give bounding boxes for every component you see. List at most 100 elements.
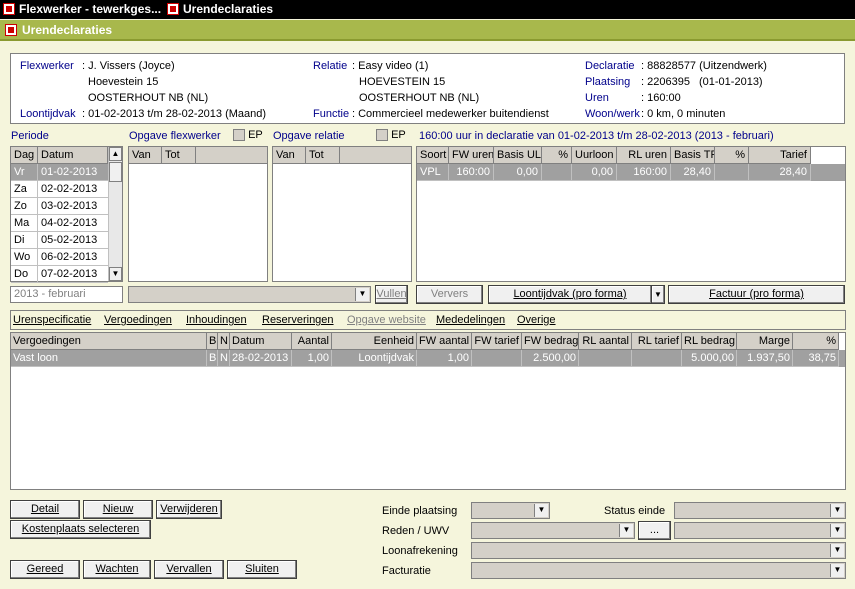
col-eenheid[interactable]: Eenheid [332,333,417,350]
scroll-up-icon[interactable]: ▲ [109,147,122,161]
month-field[interactable]: 2013 - februari [10,286,123,303]
list-item[interactable]: Wo 06-02-2013 [11,249,122,266]
col-rl-bedrag[interactable]: RL bedrag [682,333,737,350]
col-tot[interactable]: Tot [162,147,196,164]
verwijderen-button[interactable]: Verwijderen [156,500,222,519]
flexwerker-city: OOSTERHOUT NB (NL) [88,92,209,104]
col-uurloon[interactable]: Uurloon [572,147,617,164]
tab-overige[interactable]: Overige [517,314,556,326]
scroll-down-icon[interactable]: ▼ [109,267,122,281]
uwv-select[interactable]: ▼ [674,522,846,539]
col-n[interactable]: N [218,333,230,350]
sluiten-button[interactable]: Sluiten [227,560,297,579]
col-b[interactable]: B [207,333,218,350]
col-fw-tarief[interactable]: FW tarief [472,333,522,350]
col-fw_uren[interactable]: FW uren [449,147,494,164]
list-item[interactable]: Ma 04-02-2013 [11,215,122,232]
ep-flexwerker-checkbox[interactable] [233,129,245,142]
list-item[interactable]: Za 02-02-2013 [11,181,122,198]
declaratie-summary-table[interactable]: Soort FW uren Basis UL% Uurloon RL uren Basis… [416,146,846,282]
col-rl_uren[interactable]: RL uren [617,147,671,164]
list-item[interactable]: Do 07-02-2013 [11,266,122,283]
vergoedingen-table[interactable]: Vergoedingen B N Datum Aantal Eenheid FW aanta… [10,332,846,490]
col-fw-aantal[interactable]: FW aantal [417,333,472,350]
uwv-lookup-button[interactable]: ... [638,521,671,540]
loonafrekening-select[interactable]: ▼ [471,542,846,559]
chevron-down-icon[interactable]: ▼ [534,504,548,517]
factuur-button[interactable]: Factuur (pro forma) [668,285,845,304]
gereed-button[interactable]: Gereed [10,560,80,579]
list-item[interactable]: Di 05-02-2013 [11,232,122,249]
col-pct[interactable]: % [542,147,572,164]
form-header: Urendeclaraties [0,20,855,41]
window-tab-urendeclaraties[interactable]: Urendeclaraties [183,2,273,16]
table-row[interactable]: Vast loon B N 28-02-2013 1,00 Loontijdvak 1,00… [11,350,845,367]
list-item[interactable]: Zo 03-02-2013 [11,198,122,215]
col-vergoeding[interactable]: Vergoedingen [11,333,207,350]
form-icon [5,24,17,36]
loonafrekening-label: Loonafrekening [382,545,458,557]
kostenplaats-button[interactable]: Kostenplaats selecteren [10,520,151,539]
chevron-down-icon[interactable]: ▼ [619,524,633,537]
status-einde-select[interactable]: ▼ [674,502,846,519]
chevron-down-icon[interactable]: ▼ [830,524,844,537]
tab-reserveringen[interactable]: Reserveringen [262,314,334,326]
tab-mededelingen[interactable]: Mededelingen [436,314,505,326]
n-cell: N [218,350,230,367]
tab-opgave-website[interactable]: Opgave website [347,314,426,326]
col-dag[interactable]: Dag [11,147,38,164]
col-marge[interactable]: Marge [737,333,793,350]
list-item[interactable]: Vr 01-02-2013 [11,164,122,181]
ep-relatie-checkbox[interactable] [376,129,388,142]
periode-list[interactable]: Dag Datum Vr 01-02-2013 Za 02-02-2013 Zo 03-0… [10,146,123,283]
uren-label: Uren [585,92,609,104]
col-soort[interactable]: Soort [417,147,449,164]
table-row[interactable]: VPL 160:00 0,00 0,00 160:00 28,40 28,40 [417,164,845,181]
reden-select[interactable]: ▼ [471,522,635,539]
col-datum[interactable]: Datum [230,333,292,350]
wachten-button[interactable]: Wachten [83,560,151,579]
opgave-select[interactable]: ▼ [128,286,371,303]
chevron-down-icon[interactable]: ▼ [651,285,665,304]
loontijdvak-button[interactable]: Loontijdvak (pro forma) [488,285,652,304]
einde-plaatsing-select[interactable]: ▼ [471,502,550,519]
col-basis_tr[interactable]: Basis TR [671,147,715,164]
nieuw-button[interactable]: Nieuw [83,500,153,519]
soort-cell: VPL [417,164,449,181]
col-van[interactable]: Van [129,147,162,164]
tab-vergoedingen[interactable]: Vergoedingen [104,314,172,326]
chevron-down-icon[interactable]: ▼ [830,544,844,557]
window-tab-flexwerker[interactable]: Flexwerker - tewerkges... [19,2,161,16]
opgave-flexwerker-table[interactable]: Van Tot [128,146,268,282]
pct2-cell [715,164,749,181]
rl-tarief-cell [632,350,682,367]
ververs-button[interactable]: Ververs [416,285,483,304]
chevron-down-icon[interactable]: ▼ [830,564,844,577]
chevron-down-icon[interactable]: ▼ [830,504,844,517]
vervallen-button[interactable]: Vervallen [154,560,224,579]
col-tot[interactable]: Tot [306,147,340,164]
col-aantal[interactable]: Aantal [292,333,332,350]
col-rl-aantal[interactable]: RL aantal [579,333,632,350]
scroll-thumb[interactable] [109,162,122,182]
tab-inhoudingen[interactable]: Inhoudingen [186,314,247,326]
detail-button[interactable]: Detail [10,500,80,519]
col-datum[interactable]: Datum [38,147,108,164]
facturatie-select[interactable]: ▼ [471,562,846,579]
fw_uren-cell: 160:00 [449,164,494,181]
col-basis_ul[interactable]: Basis UL [494,147,542,164]
periode-scrollbar[interactable]: ▲ ▼ [108,147,122,281]
dag-cell: Do [11,266,38,283]
col-rl-tarief[interactable]: RL tarief [632,333,682,350]
col-pct[interactable]: % [793,333,839,350]
tab-urenspecificatie[interactable]: Urenspecificatie [13,314,91,326]
col-tarief[interactable]: Tarief [749,147,811,164]
app-icon [3,3,15,15]
col-fw-bedrag[interactable]: FW bedrag [522,333,579,350]
chevron-down-icon[interactable]: ▼ [355,288,369,301]
opgave-relatie-table[interactable]: Van Tot [272,146,412,282]
vullen-button[interactable]: Vullen [375,285,408,304]
relatie-label: Relatie [313,60,348,72]
col-van[interactable]: Van [273,147,306,164]
col-pct2[interactable]: % [715,147,749,164]
